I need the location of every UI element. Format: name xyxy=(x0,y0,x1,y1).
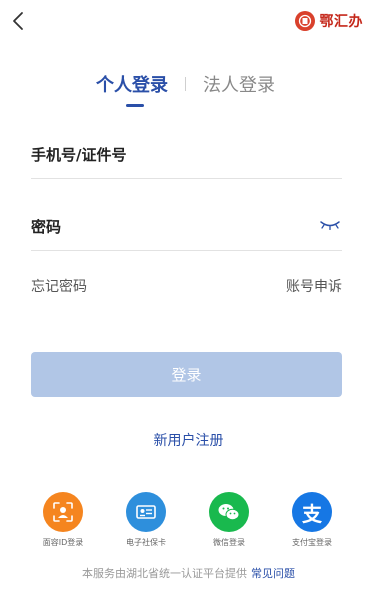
face-id-login-button[interactable]: 面容ID登录 xyxy=(28,492,98,548)
register-link[interactable]: 新用户注册 xyxy=(0,430,377,450)
top-bar: 鄂汇办 xyxy=(0,0,377,44)
chevron-left-icon xyxy=(13,12,23,30)
face-id-label: 面容ID登录 xyxy=(42,538,84,547)
wechat-label: 微信登录 xyxy=(213,538,245,547)
alipay-login-button[interactable]: 支 支付宝登录 xyxy=(277,492,347,548)
logo-text: 鄂汇办 xyxy=(319,14,363,30)
login-button[interactable]: 登录 xyxy=(31,352,342,397)
social-card-label: 电子社保卡 xyxy=(126,538,166,547)
back-button[interactable] xyxy=(8,8,30,36)
face-id-icon xyxy=(43,492,83,532)
auxiliary-links: 忘记密码 账号申诉 xyxy=(31,276,342,298)
active-tab-indicator xyxy=(126,104,144,107)
alternative-login-options: 面容ID登录 电子社保卡 微信登录 支 支付宝登录 xyxy=(0,492,377,552)
password-field[interactable]: 密码 xyxy=(31,212,342,251)
phone-id-field[interactable]: 手机号/证件号 xyxy=(31,140,342,179)
faq-link[interactable]: 常见问题 xyxy=(251,567,295,580)
footer-text: 本服务由湖北省统一认证平台提供 xyxy=(82,567,247,580)
wechat-icon xyxy=(209,492,249,532)
alipay-label: 支付宝登录 xyxy=(292,538,332,547)
app-logo: 鄂汇办 xyxy=(294,11,364,31)
id-card-icon xyxy=(126,492,166,532)
tab-personal-login[interactable]: 个人登录 xyxy=(96,71,168,97)
forgot-password-link[interactable]: 忘记密码 xyxy=(31,276,87,296)
tab-divider xyxy=(185,77,186,91)
login-tabs: 个人登录 法人登录 xyxy=(0,71,377,111)
wechat-login-button[interactable]: 微信登录 xyxy=(194,492,264,548)
account-appeal-link[interactable]: 账号申诉 xyxy=(286,276,342,296)
logo-emblem-icon xyxy=(294,11,315,31)
social-card-login-button[interactable]: 电子社保卡 xyxy=(111,492,181,548)
tab-legal-login[interactable]: 法人登录 xyxy=(203,71,275,97)
footer: 本服务由湖北省统一认证平台提供 常见问题 xyxy=(0,565,377,581)
password-label: 密码 xyxy=(31,218,62,236)
phone-id-label: 手机号/证件号 xyxy=(31,146,127,164)
eye-closed-icon[interactable] xyxy=(320,220,340,230)
alipay-icon: 支 xyxy=(292,492,332,532)
